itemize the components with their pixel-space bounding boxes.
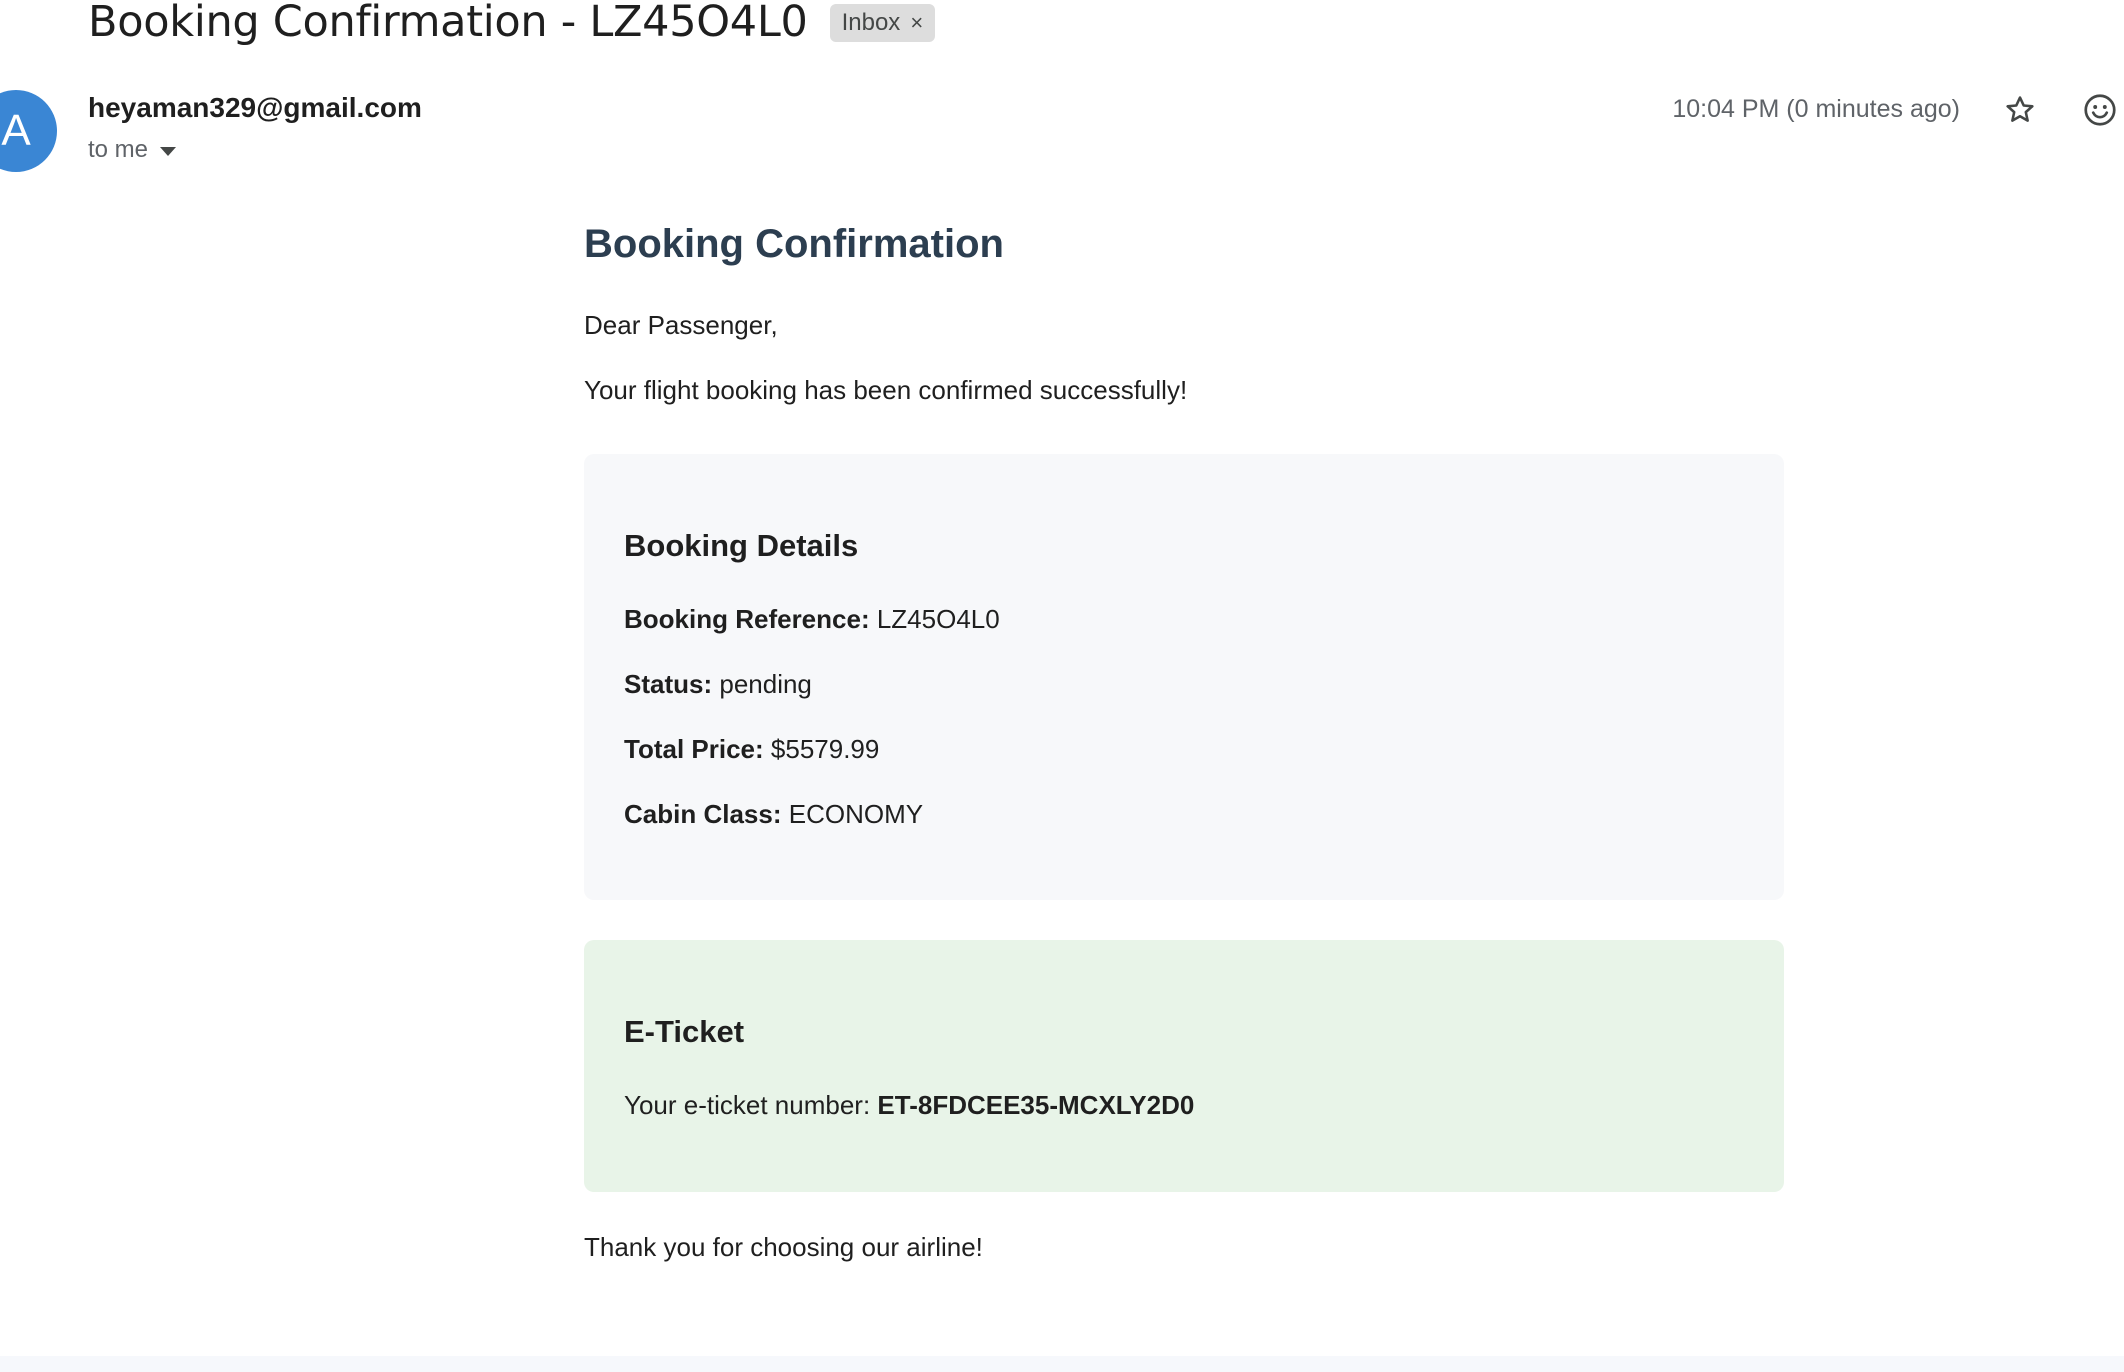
email-body: Booking Confirmation Dear Passenger, You…	[584, 210, 1784, 1262]
cabin-class-row: Cabin Class: ECONOMY	[624, 799, 923, 830]
booking-reference-value: LZ45O4L0	[876, 604, 1000, 634]
total-price-value: $5579.99	[770, 734, 880, 764]
close-icon[interactable]: ×	[910, 10, 923, 36]
status-row: Status: pending	[624, 669, 812, 700]
emoji-reaction-button[interactable]	[2080, 90, 2120, 130]
booking-reference-row: Booking Reference: LZ45O4L0	[624, 604, 1000, 635]
e-ticket-card: E-Ticket Your e-ticket number: ET-8FDCEE…	[584, 940, 1784, 1192]
body-heading: Booking Confirmation	[584, 222, 1004, 266]
subject-row: Booking Confirmation - LZ45O4L0 Inbox ×	[88, 0, 936, 50]
total-price-label: Total Price:	[624, 734, 764, 764]
booking-details-title: Booking Details	[624, 528, 859, 563]
e-ticket-number-value: ET-8FDCEE35-MCXLY2D0	[877, 1090, 1195, 1120]
recipient-row: to me	[88, 136, 177, 164]
intro-text: Your flight booking has been confirmed s…	[584, 375, 1188, 405]
total-price-row: Total Price: $5579.99	[624, 734, 879, 765]
inbox-label-text: Inbox	[841, 9, 901, 36]
recipient-text: to me	[88, 136, 149, 163]
bottom-divider	[0, 1356, 2124, 1372]
cabin-class-label: Cabin Class:	[624, 799, 782, 829]
cabin-class-value: ECONOMY	[788, 799, 924, 829]
chevron-down-icon[interactable]	[160, 146, 177, 156]
sender-email[interactable]: heyaman329@gmail.com	[88, 92, 422, 124]
booking-details-card: Booking Details Booking Reference: LZ45O…	[584, 454, 1784, 900]
status-label: Status:	[624, 669, 713, 699]
avatar[interactable]: A	[0, 90, 57, 172]
e-ticket-number-label: Your e-ticket number:	[624, 1090, 871, 1120]
e-ticket-title: E-Ticket	[624, 1014, 745, 1049]
inbox-label-chip[interactable]: Inbox ×	[829, 4, 936, 42]
email-view: Booking Confirmation - LZ45O4L0 Inbox × …	[0, 0, 2124, 1372]
booking-reference-label: Booking Reference:	[624, 604, 870, 634]
greeting-text: Dear Passenger,	[584, 310, 778, 340]
closing-text: Thank you for choosing our airline!	[584, 1232, 983, 1262]
avatar-letter: A	[1, 106, 31, 155]
emoji-reaction-icon	[2084, 94, 2116, 126]
status-value: pending	[719, 669, 812, 699]
star-button[interactable]	[2000, 90, 2040, 130]
e-ticket-number-row: Your e-ticket number: ET-8FDCEE35-MCXLY2…	[624, 1090, 1194, 1121]
star-icon	[2006, 96, 2034, 122]
timestamp: 10:04 PM (0 minutes ago)	[1672, 95, 1960, 123]
email-subject: Booking Confirmation - LZ45O4L0	[88, 0, 808, 47]
